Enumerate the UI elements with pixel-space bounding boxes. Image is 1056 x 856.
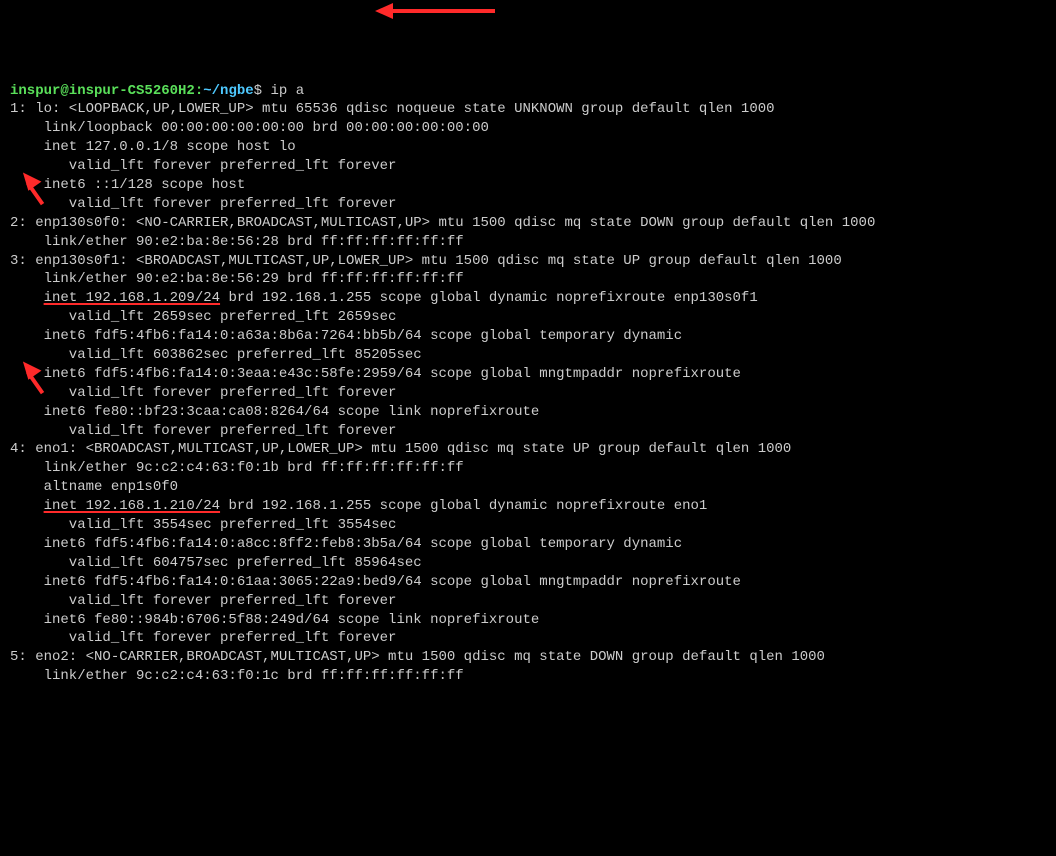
if-lo-valid6: valid_lft forever preferred_lft forever <box>10 196 396 212</box>
if-eno1-valid6-2: valid_lft forever preferred_lft forever <box>10 593 396 609</box>
if-eno1-inet6-3: inet6 fe80::984b:6706:5f88:249d/64 scope… <box>10 612 539 628</box>
if-eno1-header: 4: eno1: <BROADCAST,MULTICAST,UP,LOWER_U… <box>10 441 791 457</box>
if-lo-inet: inet 127.0.0.1/8 scope host lo <box>10 139 296 155</box>
if-lo-header: 1: lo: <LOOPBACK,UP,LOWER_UP> mtu 65536 … <box>10 101 775 117</box>
if-eno2-link: link/ether 9c:c2:c4:63:f0:1c brd ff:ff:f… <box>10 668 464 684</box>
if-enp130s0f1-inet6-1: inet6 fdf5:4fb6:fa14:0:a63a:8b6a:7264:bb… <box>10 328 682 344</box>
if-enp130s0f0-header: 2: enp130s0f0: <NO-CARRIER,BROADCAST,MUL… <box>10 215 875 231</box>
if-eno1-link: link/ether 9c:c2:c4:63:f0:1b brd ff:ff:f… <box>10 460 464 476</box>
prompt-sep: : <box>195 83 203 99</box>
if-eno1-inet-pre <box>10 498 44 514</box>
if-enp130s0f1-valid6-2: valid_lft forever preferred_lft forever <box>10 385 396 401</box>
if-enp130s0f1-inet-addr: inet 192.168.1.209/24 <box>44 290 220 306</box>
if-enp130s0f1-header: 3: enp130s0f1: <BROADCAST,MULTICAST,UP,L… <box>10 253 842 269</box>
if-eno1-altname: altname enp1s0f0 <box>10 479 178 495</box>
if-enp130s0f0-link: link/ether 90:e2:ba:8e:56:28 brd ff:ff:f… <box>10 234 464 250</box>
annotation-arrow-command <box>375 3 495 23</box>
prompt-path: ~/ngbe <box>203 83 253 99</box>
if-eno1-inet6-2: inet6 fdf5:4fb6:fa14:0:61aa:3065:22a9:be… <box>10 574 741 590</box>
if-enp130s0f1-inet-pre <box>10 290 44 306</box>
if-lo-inet6: inet6 ::1/128 scope host <box>10 177 245 193</box>
terminal-output: inspur@inspur-CS5260H2:~/ngbe$ ip a 1: l… <box>10 82 1046 687</box>
command-input[interactable]: ip a <box>270 83 304 99</box>
if-eno1-valid: valid_lft 3554sec preferred_lft 3554sec <box>10 517 396 533</box>
if-enp130s0f1-inet6-3: inet6 fe80::bf23:3caa:ca08:8264/64 scope… <box>10 404 539 420</box>
if-enp130s0f1-inet-post: brd 192.168.1.255 scope global dynamic n… <box>220 290 758 306</box>
if-enp130s0f1-inet6-2: inet6 fdf5:4fb6:fa14:0:3eaa:e43c:58fe:29… <box>10 366 741 382</box>
if-lo-link: link/loopback 00:00:00:00:00:00 brd 00:0… <box>10 120 489 136</box>
if-eno2-header: 5: eno2: <NO-CARRIER,BROADCAST,MULTICAST… <box>10 649 825 665</box>
if-eno1-inet6-1: inet6 fdf5:4fb6:fa14:0:a8cc:8ff2:feb8:3b… <box>10 536 682 552</box>
if-enp130s0f1-valid6-1: valid_lft 603862sec preferred_lft 85205s… <box>10 347 422 363</box>
if-lo-valid: valid_lft forever preferred_lft forever <box>10 158 396 174</box>
prompt-dollar: $ <box>254 83 271 99</box>
if-enp130s0f1-valid: valid_lft 2659sec preferred_lft 2659sec <box>10 309 396 325</box>
if-eno1-valid6-1: valid_lft 604757sec preferred_lft 85964s… <box>10 555 422 571</box>
if-eno1-inet-addr: inet 192.168.1.210/24 <box>44 498 220 514</box>
if-enp130s0f1-valid6-3: valid_lft forever preferred_lft forever <box>10 423 396 439</box>
if-eno1-inet-post: brd 192.168.1.255 scope global dynamic n… <box>220 498 707 514</box>
if-eno1-valid6-3: valid_lft forever preferred_lft forever <box>10 630 396 646</box>
if-enp130s0f1-link: link/ether 90:e2:ba:8e:56:29 brd ff:ff:f… <box>10 271 464 287</box>
prompt-user-host: inspur@inspur-CS5260H2 <box>10 83 195 99</box>
